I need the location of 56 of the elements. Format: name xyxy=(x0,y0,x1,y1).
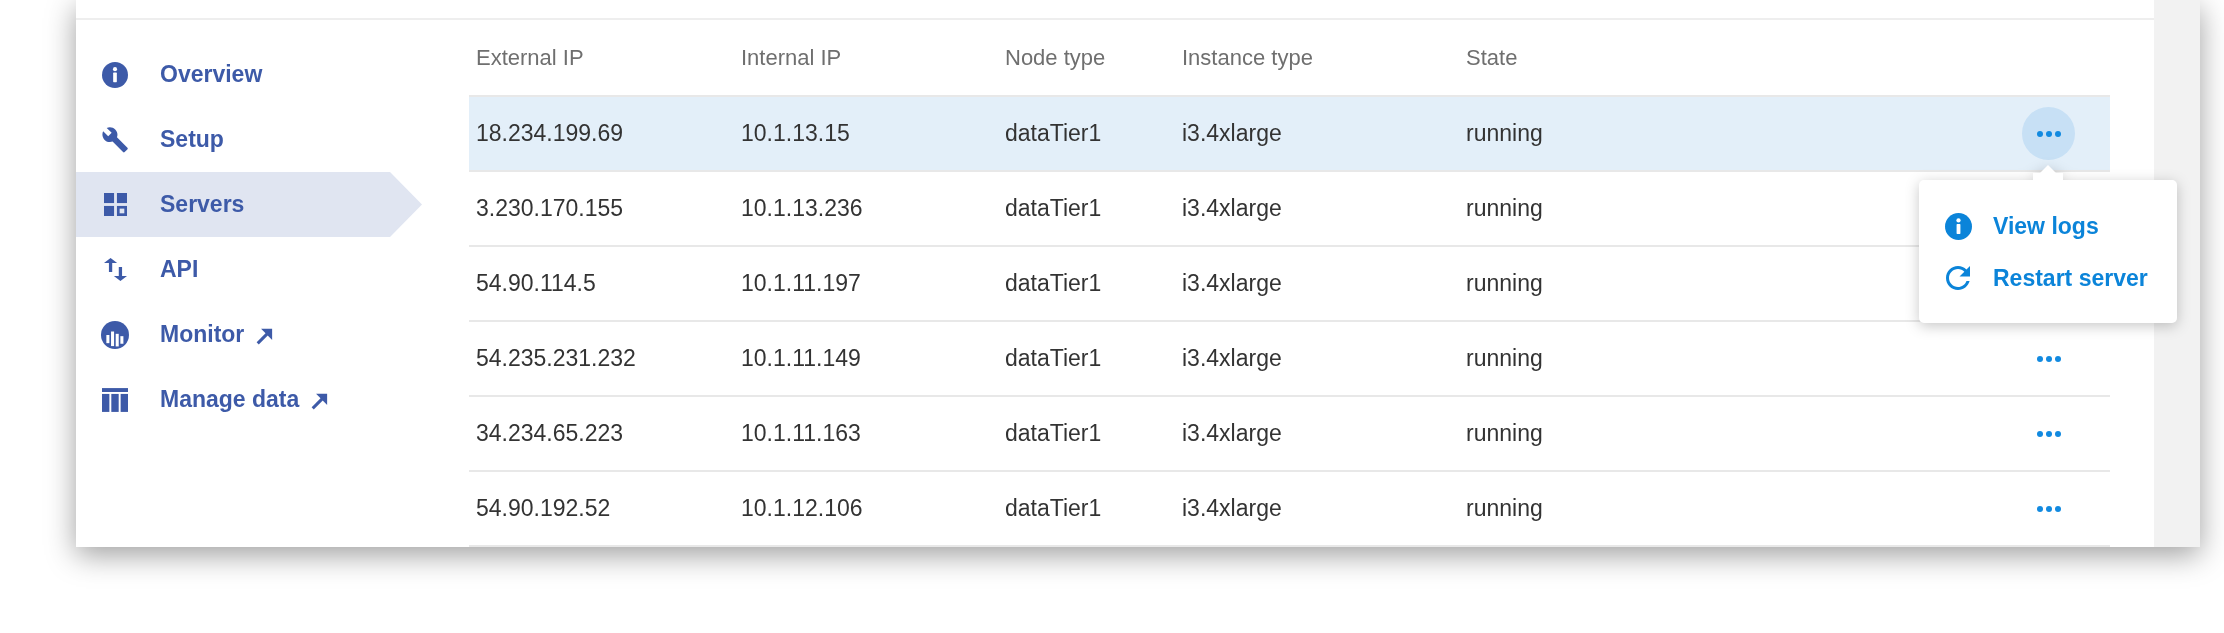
table-cell-text: i3.4xlarge xyxy=(1182,269,1282,299)
ellipsis-icon xyxy=(2036,130,2061,137)
table-cell-text: 54.235.231.232 xyxy=(476,344,636,374)
table-cell-text: 3.230.170.155 xyxy=(476,194,624,224)
column-header: External IP xyxy=(476,44,584,72)
table-cell-text: running xyxy=(1466,269,1543,299)
info-icon xyxy=(1944,212,1972,240)
ellipsis-icon xyxy=(2036,430,2061,437)
table-cell-text: dataTier1 xyxy=(1005,119,1102,149)
ellipsis-icon xyxy=(2036,355,2061,362)
chart-circle-icon xyxy=(101,320,129,349)
table-cell-text: i3.4xlarge xyxy=(1182,344,1282,374)
table-cell-text: dataTier1 xyxy=(1005,269,1102,299)
table-cell-text: dataTier1 xyxy=(1005,344,1102,374)
table-cell-text: 10.1.13.15 xyxy=(741,119,850,149)
nav-item[interactable]: Setup xyxy=(76,107,422,172)
table-cell-text: dataTier1 xyxy=(1005,419,1102,449)
table-cell-text: dataTier1 xyxy=(1005,494,1102,524)
table-cell-text: i3.4xlarge xyxy=(1182,119,1282,149)
column-header: State xyxy=(1466,44,1518,72)
up-down-arrows-icon xyxy=(103,258,127,281)
ellipsis-icon xyxy=(2036,505,2061,512)
nav-item[interactable]: Monitor xyxy=(76,302,422,367)
wrench-icon xyxy=(102,126,128,153)
nav-item[interactable]: API xyxy=(76,237,422,302)
table-cell-text: running xyxy=(1466,119,1543,149)
table-cell-text: 10.1.11.197 xyxy=(741,269,861,299)
table-cell-text: dataTier1 xyxy=(1005,194,1102,224)
info-icon xyxy=(102,61,128,88)
column-header: Node type xyxy=(1005,44,1106,72)
table-cell-text: i3.4xlarge xyxy=(1182,494,1282,524)
nav-item[interactable]: Manage data xyxy=(76,367,422,432)
table-cell-text: 54.90.114.5 xyxy=(476,269,596,299)
table-cell-text: 18.234.199.69 xyxy=(476,119,624,149)
table-cell-text: 54.90.192.52 xyxy=(476,494,611,524)
table-cell-text: running xyxy=(1466,494,1543,524)
table-cell-text: i3.4xlarge xyxy=(1182,419,1282,449)
table-cell-text: running xyxy=(1466,344,1543,374)
table-cell-text: running xyxy=(1466,194,1543,224)
column-header: Instance type xyxy=(1182,44,1313,72)
column-header: Internal IP xyxy=(741,44,842,72)
menu-item[interactable]: View logs xyxy=(1919,200,2177,252)
nav-item[interactable]: Overview xyxy=(76,42,422,107)
dashboard-grid-icon xyxy=(103,193,127,216)
table-cell-text: 10.1.11.163 xyxy=(741,419,861,449)
menu-item[interactable]: Restart server xyxy=(1919,252,2177,304)
nav-item[interactable]: Servers xyxy=(76,172,422,237)
table-cell-text: i3.4xlarge xyxy=(1182,194,1282,224)
table-cell-text: 10.1.11.149 xyxy=(741,344,861,374)
table-cell-text: running xyxy=(1466,419,1543,449)
table-cell-text: 34.234.65.223 xyxy=(476,419,624,449)
table-cell-text: 10.1.12.106 xyxy=(741,494,863,524)
refresh-icon xyxy=(1946,266,1970,290)
more-button[interactable] xyxy=(2022,107,2075,160)
table-icon xyxy=(102,387,128,412)
table-cell-text: 10.1.13.236 xyxy=(741,194,863,224)
